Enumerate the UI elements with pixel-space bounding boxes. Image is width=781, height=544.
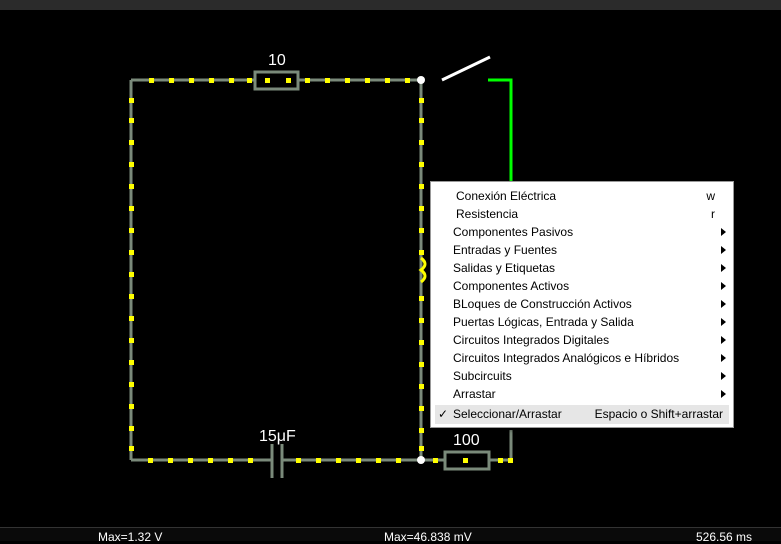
checkmark-icon: ✓ [438,407,449,421]
menu-item-circuitos-integrados-digitales[interactable]: Circuitos Integrados Digitales [431,331,733,349]
menu-item-shortcut: w [706,189,715,203]
menu-item-label: Componentes Pasivos [453,225,574,239]
resistor-top-label: 10 [268,52,286,69]
menu-item-label: Salidas y Etiquetas [453,261,556,275]
menu-item-label: Entradas y Fuentes [453,243,558,257]
menu-item-subcircuits[interactable]: Subcircuits [431,367,733,385]
node-bottom [417,456,425,464]
menu-item-label: Resistencia [456,207,519,221]
scope-max-voltage-left: Max=1.32 V [98,530,163,544]
submenu-arrow-icon [721,372,726,380]
node-top [417,76,425,84]
submenu-arrow-icon [721,228,726,236]
menu-item-entradas-y-fuentes[interactable]: Entradas y Fuentes [431,241,733,259]
submenu-arrow-icon [721,282,726,290]
menu-item-circuitos-integrados-analogicos[interactable]: Circuitos Integrados Analógicos e Híbrid… [431,349,733,367]
menu-item-salidas-y-etiquetas[interactable]: Salidas y Etiquetas [431,259,733,277]
live-wire-right [488,78,513,183]
menu-item-shortcut: Espacio o Shift+arrastar [594,407,723,421]
menu-item-componentes-pasivos[interactable]: Componentes Pasivos [431,223,733,241]
menu-item-label: Componentes Activos [453,279,570,293]
submenu-arrow-icon [721,300,726,308]
scope-time-readout: 526.56 ms [696,530,753,544]
submenu-arrow-icon [721,354,726,362]
menu-item-label: BLoques de Construcción Activos [453,297,632,311]
menu-item-bloques-construccion-activos[interactable]: BLoques de Construcción Activos [431,295,733,313]
submenu-arrow-icon [721,264,726,272]
menu-item-label: Arrastar [453,387,496,401]
menu-item-label: Subcircuits [453,369,512,383]
submenu-arrow-icon [721,246,726,254]
menu-item-seleccionar-arrastar[interactable]: ✓ Seleccionar/Arrastar Espacio o Shift+a… [435,405,729,424]
scope-max-voltage-middle: Max=46.838 mV [384,530,472,544]
menu-item-label: Puertas Lógicas, Entrada y Salida [453,315,634,329]
submenu-arrow-icon [721,390,726,398]
menu-item-conexion-electrica[interactable]: Conexión Eléctrica w [431,187,733,205]
capacitor-label: 15μF [259,428,296,445]
scope-bar[interactable]: Max=1.32 V Max=46.838 mV 526.56 ms [0,527,781,544]
menu-item-label: Circuitos Integrados Digitales [453,333,610,347]
resistor-bottom-label: 100 [453,432,480,449]
menu-item-arrastar[interactable]: Arrastar [431,385,733,403]
submenu-arrow-icon [721,318,726,326]
menu-item-puertas-logicas[interactable]: Puertas Lógicas, Entrada y Salida [431,313,733,331]
context-menu[interactable]: Conexión Eléctrica w Resistencia r Compo… [430,181,734,428]
menu-item-label: Circuitos Integrados Analógicos e Híbrid… [453,351,680,365]
resistor-top [253,70,300,91]
submenu-arrow-icon [721,336,726,344]
menu-item-shortcut: r [711,207,715,221]
menu-item-componentes-activos[interactable]: Componentes Activos [431,277,733,295]
menu-item-label: Seleccionar/Arrastar [453,407,562,421]
switch-lever [441,55,491,82]
menu-item-resistencia[interactable]: Resistencia r [431,205,733,223]
menu-item-label: Conexión Eléctrica [456,189,557,203]
